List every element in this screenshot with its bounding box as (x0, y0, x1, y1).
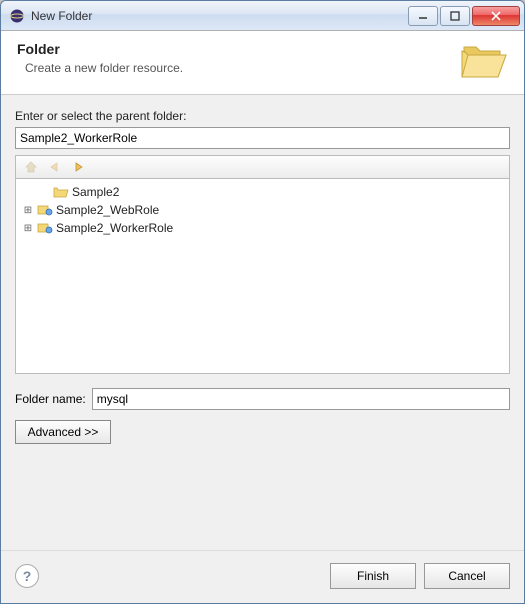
header-subtitle: Create a new folder resource. (25, 61, 508, 75)
folder-name-label: Folder name: (15, 392, 86, 406)
dialog-header: Folder Create a new folder resource. (1, 31, 524, 95)
tree-item-label: Sample2_WorkerRole (56, 221, 173, 235)
titlebar[interactable]: New Folder (1, 1, 524, 31)
role-icon (37, 220, 53, 236)
help-button[interactable]: ? (15, 564, 39, 588)
tree-toolbar (15, 155, 510, 178)
role-icon (37, 202, 53, 218)
home-icon[interactable] (22, 159, 40, 175)
tree-item-workerrole[interactable]: ⊞ Sample2_WorkerRole (18, 219, 507, 237)
dialog-body: Enter or select the parent folder: Sampl… (1, 95, 524, 550)
folder-open-icon (458, 39, 510, 85)
question-icon: ? (23, 568, 32, 584)
window-controls (408, 6, 520, 26)
cancel-button[interactable]: Cancel (424, 563, 510, 589)
close-button[interactable] (472, 6, 520, 26)
folder-tree[interactable]: Sample2 ⊞ Sample2_WebRole ⊞ Sample2_Work… (15, 178, 510, 374)
window-title: New Folder (31, 9, 408, 23)
finish-button[interactable]: Finish (330, 563, 416, 589)
dialog-window: New Folder Folder Create a new folder re… (0, 0, 525, 604)
parent-folder-input[interactable] (15, 127, 510, 149)
folder-name-row: Folder name: (15, 388, 510, 410)
tree-item-label: Sample2 (72, 185, 119, 199)
back-arrow-icon[interactable] (46, 159, 64, 175)
header-title: Folder (17, 41, 508, 57)
eclipse-icon (9, 8, 25, 24)
parent-folder-label: Enter or select the parent folder: (15, 109, 510, 123)
tree-item-webrole[interactable]: ⊞ Sample2_WebRole (18, 201, 507, 219)
tree-item-sample2[interactable]: Sample2 (18, 183, 507, 201)
maximize-button[interactable] (440, 6, 470, 26)
expand-icon[interactable]: ⊞ (22, 205, 34, 216)
expand-icon[interactable]: ⊞ (22, 223, 34, 234)
dialog-footer: ? Finish Cancel (1, 550, 524, 603)
forward-arrow-icon[interactable] (70, 159, 88, 175)
minimize-button[interactable] (408, 6, 438, 26)
tree-item-label: Sample2_WebRole (56, 203, 159, 217)
folder-open-small-icon (53, 184, 69, 200)
folder-name-input[interactable] (92, 388, 510, 410)
advanced-button[interactable]: Advanced >> (15, 420, 111, 444)
